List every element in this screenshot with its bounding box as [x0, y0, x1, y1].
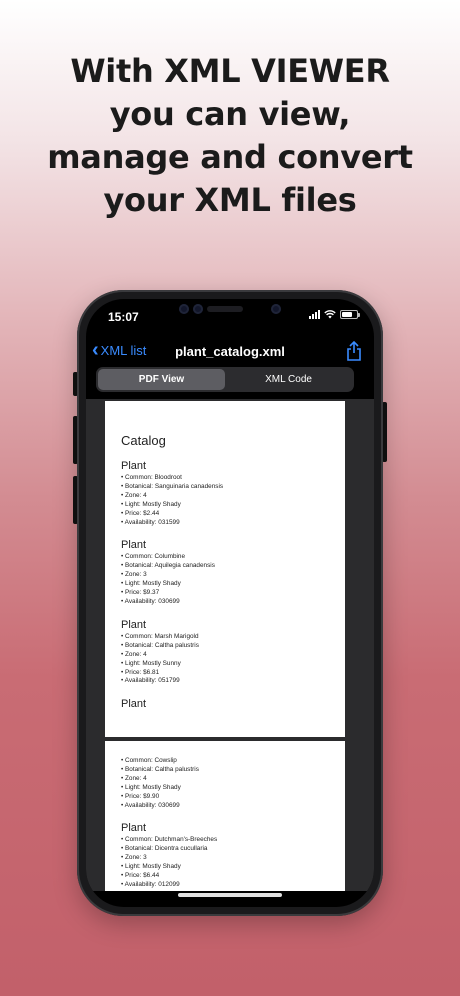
status-icons — [309, 310, 360, 319]
plant-heading: Plant — [121, 460, 147, 472]
tab-xml-code[interactable]: XML Code — [225, 369, 352, 390]
plant-entry: Plant Common: BloodrootBotanical: Sanguin… — [121, 460, 329, 527]
plant-field: Price: $6.81 — [121, 669, 329, 678]
plant-field-list: Common: ColumbineBotanical: Aquilegia ca… — [121, 553, 329, 606]
plant-heading: Plant — [121, 618, 147, 631]
plant-field: Zone: 3 — [121, 854, 329, 863]
headline-line-4: your XML files — [103, 181, 357, 219]
plant-field: Common: Dutchman's-Breeches — [121, 836, 329, 845]
pdf-page-1: Catalog PlantCommon: BloodrootBotanical:… — [105, 401, 345, 737]
plant-field: Price: $2.44 — [121, 510, 329, 519]
plant-field: Light: Mostly Shady — [121, 863, 329, 872]
headline-line-2: you can view, — [109, 95, 351, 133]
plant-field: Light: Mostly Shady — [121, 580, 329, 589]
plant-field: Botanical: Sanguinaria canadensis — [121, 483, 329, 492]
cellular-signal-icon — [309, 310, 320, 319]
plant-field: Zone: 4 — [121, 492, 329, 501]
plant-field-list: Common: Marsh MarigoldBotanical: Caltha … — [121, 633, 329, 686]
phone-screen: 15:07 ‹ XML list plant_catalog.xml PDF V… — [86, 299, 374, 907]
plant-field: Botanical: Aquilegia canadensis — [121, 562, 329, 571]
plant-field: Light: Mostly Shady — [121, 784, 329, 793]
plant-field-list: Common: CowslipBotanical: Caltha palustr… — [121, 757, 329, 810]
plant-field: Zone: 4 — [121, 651, 329, 660]
sensor-icon — [193, 304, 203, 314]
plant-heading: Plant — [121, 698, 147, 711]
home-indicator[interactable] — [178, 893, 282, 897]
plant-field: Common: Marsh Marigold — [121, 633, 329, 642]
plant-entry: Plant — [121, 698, 329, 710]
plant-heading: Plant — [121, 822, 147, 835]
plant-field: Botanical: Caltha palustris — [121, 642, 329, 651]
plant-field: Price: $9.90 — [121, 793, 329, 802]
plant-entry: PlantCommon: ColumbineBotanical: Aquileg… — [121, 539, 329, 606]
plant-field: Light: Mostly Sunny — [121, 660, 329, 669]
plant-field: Common: Bloodroot — [121, 474, 329, 483]
pdf-page-2: Common: CowslipBotanical: Caltha palustr… — [105, 741, 345, 891]
plant-field: Availability: 051799 — [121, 677, 329, 686]
tab-pdf-view[interactable]: PDF View — [98, 369, 225, 390]
plant-field: Zone: 4 — [121, 775, 329, 784]
plant-field: Availability: 030699 — [121, 598, 329, 607]
plant-field: Availability: 031599 — [121, 519, 329, 528]
navigation-bar: ‹ XML list plant_catalog.xml — [86, 335, 374, 369]
plant-field: Light: Mostly Shady — [121, 501, 329, 510]
notch — [153, 299, 307, 327]
plant-heading: Plant — [121, 539, 147, 552]
wifi-icon — [324, 310, 336, 319]
speaker-grille — [207, 306, 243, 312]
battery-icon — [340, 310, 360, 319]
plant-field: Price: $6.44 — [121, 872, 329, 881]
headline-line-3: manage and convert — [47, 138, 413, 176]
plant-entry: Common: CowslipBotanical: Caltha palustr… — [121, 757, 329, 810]
front-camera-icon — [271, 304, 281, 314]
plant-field: Availability: 030699 — [121, 802, 329, 811]
phone-frame: 15:07 ‹ XML list plant_catalog.xml PDF V… — [77, 290, 383, 916]
plant-field: Availability: 012099 — [121, 881, 329, 890]
plant-field: Botanical: Dicentra cucullaria — [121, 845, 329, 854]
plant-field-list: Common: Dutchman's-BreechesBotanical: Di… — [121, 836, 329, 889]
document-title: Catalog — [121, 433, 166, 448]
status-time: 15:07 — [108, 310, 139, 324]
plant-field: Common: Cowslip — [121, 757, 329, 766]
sensor-icon — [179, 304, 189, 314]
plant-field: Botanical: Caltha palustris — [121, 766, 329, 775]
view-mode-segmented-control: PDF View XML Code — [96, 367, 354, 392]
plant-field: Zone: 3 — [121, 571, 329, 580]
share-icon[interactable] — [344, 340, 364, 362]
plant-field: Common: Columbine — [121, 553, 329, 562]
headline: With XML VIEWER you can view, manage and… — [0, 50, 460, 222]
page-title: plant_catalog.xml — [175, 344, 285, 359]
plant-field: Price: $9.37 — [121, 589, 329, 598]
pdf-viewer[interactable]: Catalog PlantCommon: BloodrootBotanical:… — [86, 399, 374, 891]
headline-line-1: With XML VIEWER — [70, 52, 390, 90]
plant-field-list: Common: BloodrootBotanical: Sanguinaria … — [121, 474, 329, 527]
plant-entry: Plant Common: Marsh MarigoldBotanical: Ca… — [121, 619, 329, 686]
plant-entry: PlantCommon: Dutchman's-BreechesBotanica… — [121, 822, 329, 889]
